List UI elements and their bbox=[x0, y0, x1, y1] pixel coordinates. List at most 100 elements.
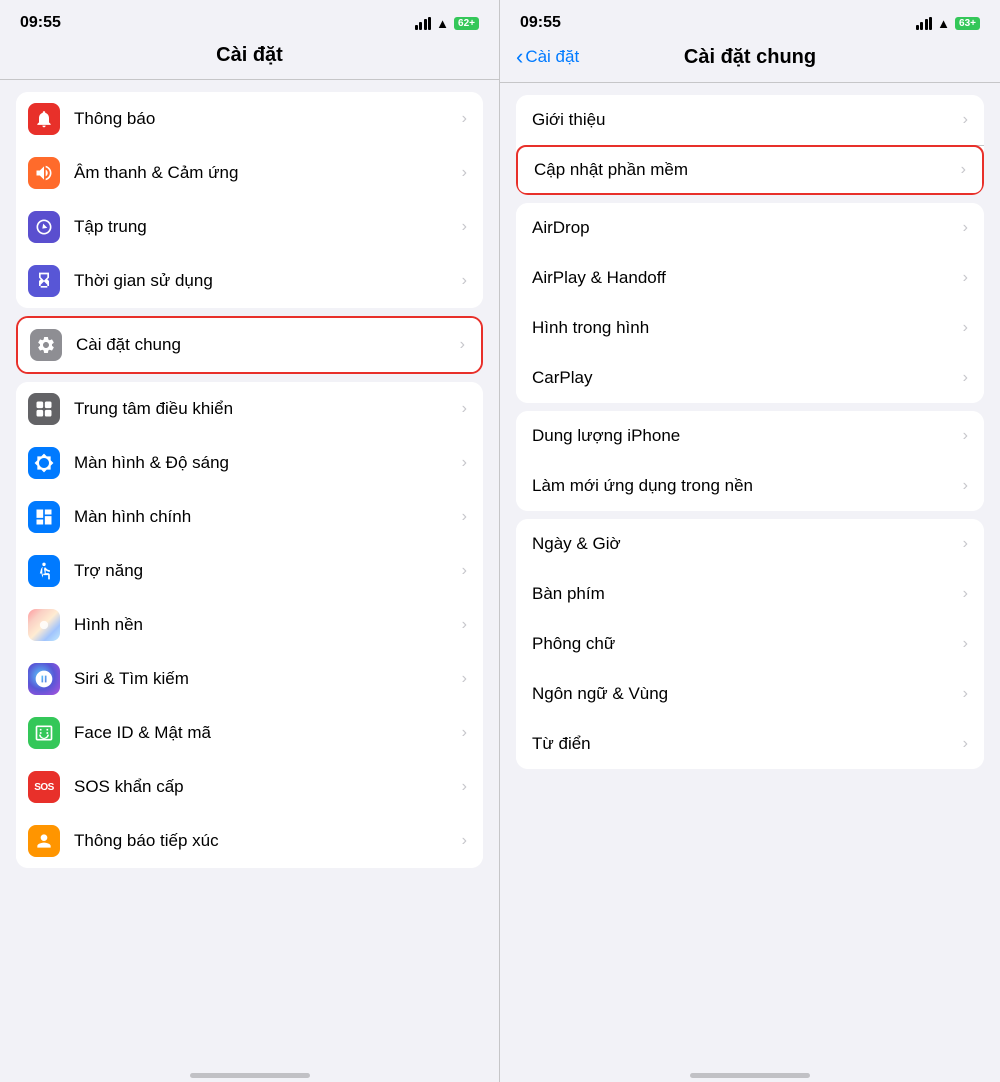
chevron-icon: › bbox=[462, 400, 467, 418]
chevron-icon: › bbox=[462, 110, 467, 128]
chevron-icon: › bbox=[963, 735, 968, 753]
chevron-icon: › bbox=[963, 585, 968, 603]
hinh-trong-hinh-label: Hình trong hình bbox=[532, 318, 963, 338]
accessibility-icon bbox=[28, 555, 60, 587]
right-item-cap-nhat[interactable]: Cập nhật phần mềm › bbox=[516, 145, 984, 195]
left-title: Cài đặt bbox=[216, 44, 283, 66]
home-bar bbox=[190, 1073, 310, 1078]
chevron-icon: › bbox=[462, 778, 467, 796]
right-item-ngay-gio[interactable]: Ngày & Giờ › bbox=[516, 519, 984, 569]
tu-dien-label: Từ điển bbox=[532, 734, 963, 754]
chevron-icon: › bbox=[963, 269, 968, 287]
left-group-3: Trung tâm điều khiển › Màn hình & Độ sán… bbox=[16, 382, 483, 868]
right-item-ngon-ngu[interactable]: Ngôn ngữ & Vùng › bbox=[516, 669, 984, 719]
chevron-icon: › bbox=[963, 427, 968, 445]
chevron-icon: › bbox=[462, 832, 467, 850]
sound-icon bbox=[28, 157, 60, 189]
sidebar-item-tap-trung[interactable]: Tập trung › bbox=[16, 200, 483, 254]
sidebar-item-man-hinh-do-sang[interactable]: Màn hình & Độ sáng › bbox=[16, 436, 483, 490]
left-status-bar: 09:55 ▲ 62+ bbox=[0, 0, 499, 40]
right-title: Cài đặt chung bbox=[684, 46, 816, 69]
chevron-icon: › bbox=[462, 272, 467, 290]
back-label: Cài đặt bbox=[525, 47, 579, 67]
sidebar-item-trung-tam[interactable]: Trung tâm điều khiển › bbox=[16, 382, 483, 436]
right-item-ban-phim[interactable]: Bàn phím › bbox=[516, 569, 984, 619]
left-time: 09:55 bbox=[20, 14, 61, 32]
sidebar-item-thong-bao[interactable]: Thông báo › bbox=[16, 92, 483, 146]
sidebar-item-am-thanh[interactable]: Âm thanh & Cảm ứng › bbox=[16, 146, 483, 200]
right-item-hinh-trong-hinh[interactable]: Hình trong hình › bbox=[516, 303, 984, 353]
wallpaper-icon bbox=[28, 609, 60, 641]
right-item-phong-chu[interactable]: Phông chữ › bbox=[516, 619, 984, 669]
focus-icon bbox=[28, 211, 60, 243]
sidebar-item-cai-dat-chung[interactable]: Cài đặt chung › bbox=[18, 318, 481, 372]
right-status-bar: 09:55 ▲ 63+ bbox=[500, 0, 1000, 40]
thong-bao-tiep-xuc-label: Thông báo tiếp xúc bbox=[74, 831, 462, 851]
airplay-label: AirPlay & Handoff bbox=[532, 268, 963, 288]
left-group-2: Cài đặt chung › bbox=[16, 316, 483, 374]
homescreen-icon bbox=[28, 501, 60, 533]
right-item-lam-moi[interactable]: Làm mới ứng dụng trong nền › bbox=[516, 461, 984, 511]
right-item-dung-luong[interactable]: Dung lượng iPhone › bbox=[516, 411, 984, 461]
sidebar-item-thoi-gian[interactable]: Thời gian sử dụng › bbox=[16, 254, 483, 308]
face-id-label: Face ID & Mật mã bbox=[74, 723, 462, 743]
sos-icon: SOS bbox=[28, 771, 60, 803]
ban-phim-label: Bàn phím bbox=[532, 584, 963, 604]
chevron-icon: › bbox=[963, 477, 968, 495]
sidebar-item-thong-bao-tiep-xuc[interactable]: Thông báo tiếp xúc › bbox=[16, 814, 483, 868]
right-item-airdrop[interactable]: AirDrop › bbox=[516, 203, 984, 253]
sidebar-item-man-hinh-chinh[interactable]: Màn hình chính › bbox=[16, 490, 483, 544]
sidebar-item-sos[interactable]: SOS SOS khẩn cấp › bbox=[16, 760, 483, 814]
left-scroll-area[interactable]: Thông báo › Âm thanh & Cảm ứng › Tập tru… bbox=[0, 80, 499, 1065]
man-hinh-do-sang-label: Màn hình & Độ sáng bbox=[74, 453, 462, 473]
right-home-indicator bbox=[500, 1065, 1000, 1082]
left-nav-header: Cài đặt bbox=[0, 40, 499, 79]
chevron-icon: › bbox=[961, 161, 966, 179]
right-nav-header: ‹ Cài đặt Cài đặt chung bbox=[500, 40, 1000, 82]
sidebar-item-tro-nang[interactable]: Trợ năng › bbox=[16, 544, 483, 598]
left-status-icons: ▲ 62+ bbox=[415, 16, 479, 31]
gioi-thieu-label: Giới thiệu bbox=[532, 110, 963, 130]
signal-icon bbox=[916, 17, 933, 30]
signal-icon bbox=[415, 17, 432, 30]
chevron-icon: › bbox=[963, 535, 968, 553]
chevron-icon: › bbox=[963, 635, 968, 653]
chevron-icon: › bbox=[462, 508, 467, 526]
right-battery: 63+ bbox=[955, 17, 980, 30]
chevron-icon: › bbox=[963, 685, 968, 703]
right-group-1: Giới thiệu › Cập nhật phần mềm › bbox=[516, 95, 984, 195]
right-time: 09:55 bbox=[520, 14, 561, 32]
back-button[interactable]: ‹ Cài đặt bbox=[516, 44, 579, 70]
tro-nang-label: Trợ năng bbox=[74, 561, 462, 581]
sidebar-item-hinh-nen[interactable]: Hình nền › bbox=[16, 598, 483, 652]
sidebar-item-face-id[interactable]: Face ID & Mật mã › bbox=[16, 706, 483, 760]
control-icon bbox=[28, 393, 60, 425]
chevron-icon: › bbox=[460, 336, 465, 354]
right-status-icons: ▲ 63+ bbox=[916, 16, 980, 31]
siri-label: Siri & Tìm kiếm bbox=[74, 669, 462, 689]
gear-icon bbox=[30, 329, 62, 361]
bell-icon bbox=[28, 103, 60, 135]
brightness-icon bbox=[28, 447, 60, 479]
chevron-icon: › bbox=[462, 562, 467, 580]
chevron-icon: › bbox=[462, 616, 467, 634]
thong-bao-label: Thông báo bbox=[74, 109, 462, 129]
sidebar-item-siri[interactable]: Siri & Tìm kiếm › bbox=[16, 652, 483, 706]
back-chevron-icon: ‹ bbox=[516, 44, 523, 70]
faceid-icon bbox=[28, 717, 60, 749]
tap-trung-label: Tập trung bbox=[74, 217, 462, 237]
ngay-gio-label: Ngày & Giờ bbox=[532, 534, 963, 554]
dung-luong-label: Dung lượng iPhone bbox=[532, 426, 963, 446]
right-item-carplay[interactable]: CarPlay › bbox=[516, 353, 984, 403]
right-item-tu-dien[interactable]: Từ điển › bbox=[516, 719, 984, 769]
right-item-gioi-thieu[interactable]: Giới thiệu › bbox=[516, 95, 984, 145]
hinh-nen-label: Hình nền bbox=[74, 615, 462, 635]
left-battery: 62+ bbox=[454, 17, 479, 30]
chevron-icon: › bbox=[963, 111, 968, 129]
right-group-4: Ngày & Giờ › Bàn phím › Phông chữ › Ngôn… bbox=[516, 519, 984, 769]
wifi-icon: ▲ bbox=[937, 16, 950, 31]
left-home-indicator bbox=[0, 1065, 499, 1082]
right-scroll-area[interactable]: Giới thiệu › Cập nhật phần mềm › AirDrop… bbox=[500, 83, 1000, 1065]
lam-moi-label: Làm mới ứng dụng trong nền bbox=[532, 476, 963, 496]
right-item-airplay[interactable]: AirPlay & Handoff › bbox=[516, 253, 984, 303]
